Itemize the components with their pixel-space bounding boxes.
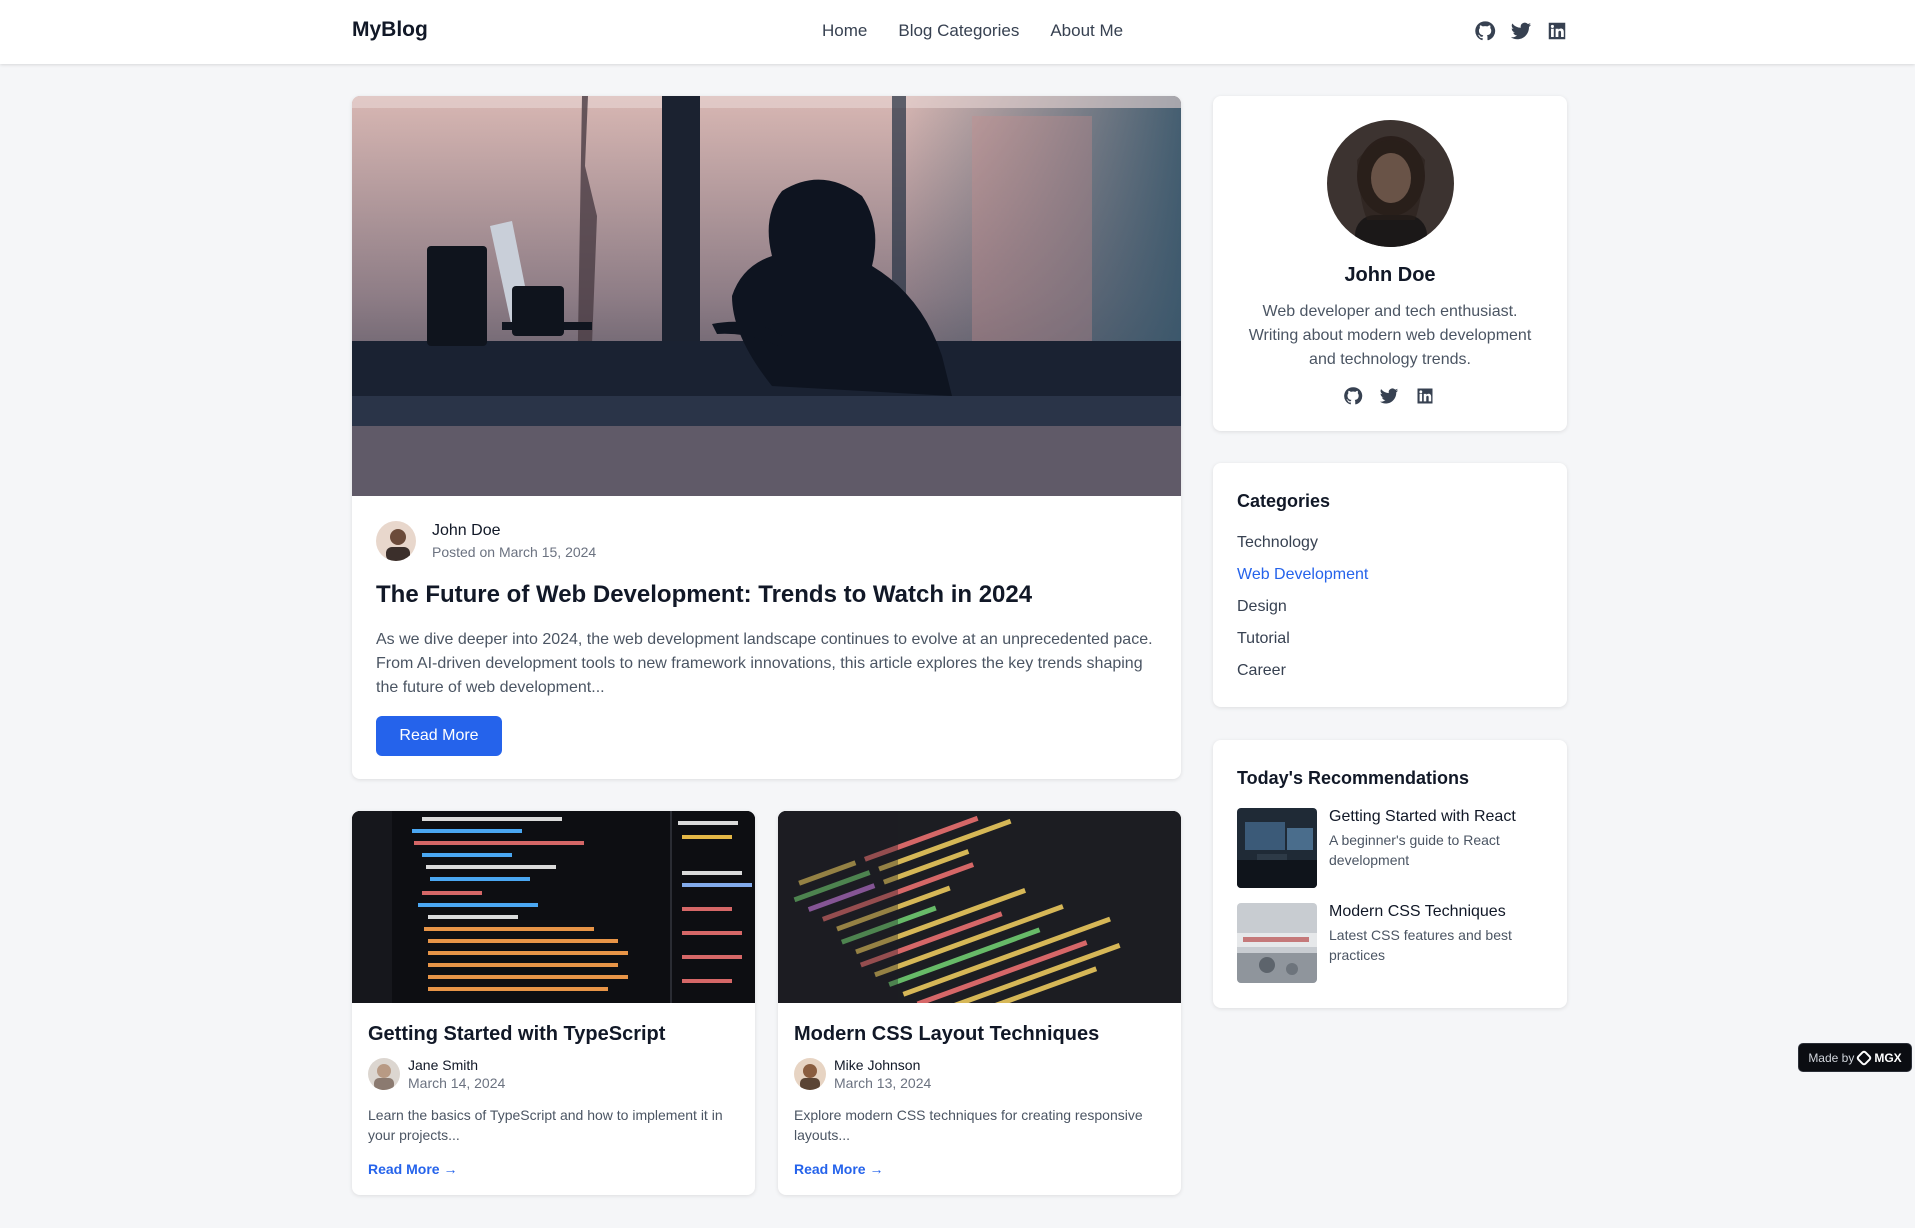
category-design[interactable]: Design xyxy=(1237,597,1368,629)
featured-post-excerpt: As we dive deeper into 2024, the web dev… xyxy=(376,631,1153,696)
post-card: Getting Started with TypeScript Jane Smi… xyxy=(352,811,755,1195)
featured-post-image[interactable] xyxy=(352,96,1181,496)
recommendations-heading: Today's Recommendations xyxy=(1237,768,1469,788)
twitter-icon[interactable] xyxy=(1379,386,1399,406)
linkedin-icon[interactable] xyxy=(1415,386,1435,406)
github-icon[interactable] xyxy=(1343,386,1363,406)
github-icon[interactable] xyxy=(1474,20,1496,42)
featured-author: John Doe Posted on March 15, 2024 xyxy=(376,521,596,561)
main-nav: Home Blog Categories About Me xyxy=(822,21,1123,41)
recommendation-item[interactable]: Getting Started with React A beginner's … xyxy=(1237,808,1547,888)
nav-home[interactable]: Home xyxy=(822,21,867,41)
author-avatar[interactable] xyxy=(376,521,416,561)
post-date: March 14, 2024 xyxy=(408,1075,506,1091)
brand-logo[interactable]: MyBlog xyxy=(352,18,428,42)
author-avatar[interactable] xyxy=(368,1058,400,1090)
featured-post-card: John Doe Posted on March 15, 2024 The Fu… xyxy=(352,96,1181,779)
author-avatar[interactable] xyxy=(794,1058,826,1090)
recommendation-description: A beginner's guide to React development xyxy=(1329,832,1500,868)
post-thumbnail[interactable] xyxy=(778,811,1181,1003)
categories-card: Categories Technology Web Development De… xyxy=(1213,463,1567,707)
post-card: Modern CSS Layout Techniques Mike Johnso… xyxy=(778,811,1181,1195)
author-name[interactable]: John Doe xyxy=(432,522,596,540)
header-social-links xyxy=(1474,20,1568,42)
recommendation-thumbnail[interactable] xyxy=(1237,903,1317,983)
mgx-logo-icon xyxy=(1855,1049,1873,1066)
post-title[interactable]: Modern CSS Layout Techniques xyxy=(794,1023,1099,1046)
category-list: Technology Web Development Design Tutori… xyxy=(1237,533,1368,693)
post-author: Mike Johnson March 13, 2024 xyxy=(794,1057,931,1091)
category-tutorial[interactable]: Tutorial xyxy=(1237,629,1368,661)
recommendations-card: Today's Recommendations Getting Started … xyxy=(1213,740,1567,1008)
badge-prefix: Made by xyxy=(1808,1050,1855,1065)
nav-blog-categories[interactable]: Blog Categories xyxy=(898,21,1019,41)
categories-heading: Categories xyxy=(1237,491,1331,511)
recommendation-description: Latest CSS features and best practices xyxy=(1329,927,1512,963)
category-career[interactable]: Career xyxy=(1237,661,1368,693)
post-date: March 13, 2024 xyxy=(834,1075,932,1091)
author-name[interactable]: Mike Johnson xyxy=(834,1057,931,1073)
top-navbar: MyBlog Home Blog Categories About Me xyxy=(0,0,1915,64)
post-thumbnail[interactable] xyxy=(352,811,755,1003)
profile-name: John Doe xyxy=(1344,264,1436,286)
profile-avatar xyxy=(1327,120,1454,247)
linkedin-icon[interactable] xyxy=(1546,20,1568,42)
post-excerpt: Learn the basics of TypeScript and how t… xyxy=(368,1107,723,1143)
recommendation-title[interactable]: Getting Started with React xyxy=(1329,808,1539,826)
post-date: Posted on March 15, 2024 xyxy=(432,544,597,560)
profile-card: John Doe Web developer and tech enthusia… xyxy=(1213,96,1567,431)
post-excerpt: Explore modern CSS techniques for creati… xyxy=(794,1107,1143,1143)
category-web-development[interactable]: Web Development xyxy=(1237,565,1368,597)
recommendation-title[interactable]: Modern CSS Techniques xyxy=(1329,903,1539,921)
made-by-badge[interactable]: Made by MGX xyxy=(1798,1043,1912,1072)
post-title[interactable]: Getting Started with TypeScript xyxy=(368,1023,665,1046)
author-name[interactable]: Jane Smith xyxy=(408,1057,505,1073)
profile-bio: Web developer and tech enthusiast. Writi… xyxy=(1248,303,1532,368)
twitter-icon[interactable] xyxy=(1510,20,1532,42)
read-more-link[interactable]: Read More → xyxy=(794,1161,883,1177)
post-author: Jane Smith March 14, 2024 xyxy=(368,1057,505,1091)
nav-about-me[interactable]: About Me xyxy=(1050,21,1123,41)
featured-post-title[interactable]: The Future of Web Development: Trends to… xyxy=(376,581,1156,609)
recommendation-item[interactable]: Modern CSS Techniques Latest CSS feature… xyxy=(1237,903,1547,983)
category-technology[interactable]: Technology xyxy=(1237,533,1368,565)
recommendation-thumbnail[interactable] xyxy=(1237,808,1317,888)
badge-brand: MGX xyxy=(1874,1050,1902,1065)
read-more-link[interactable]: Read More → xyxy=(368,1161,457,1177)
profile-social-links xyxy=(1343,386,1435,406)
read-more-button[interactable]: Read More xyxy=(376,716,502,756)
